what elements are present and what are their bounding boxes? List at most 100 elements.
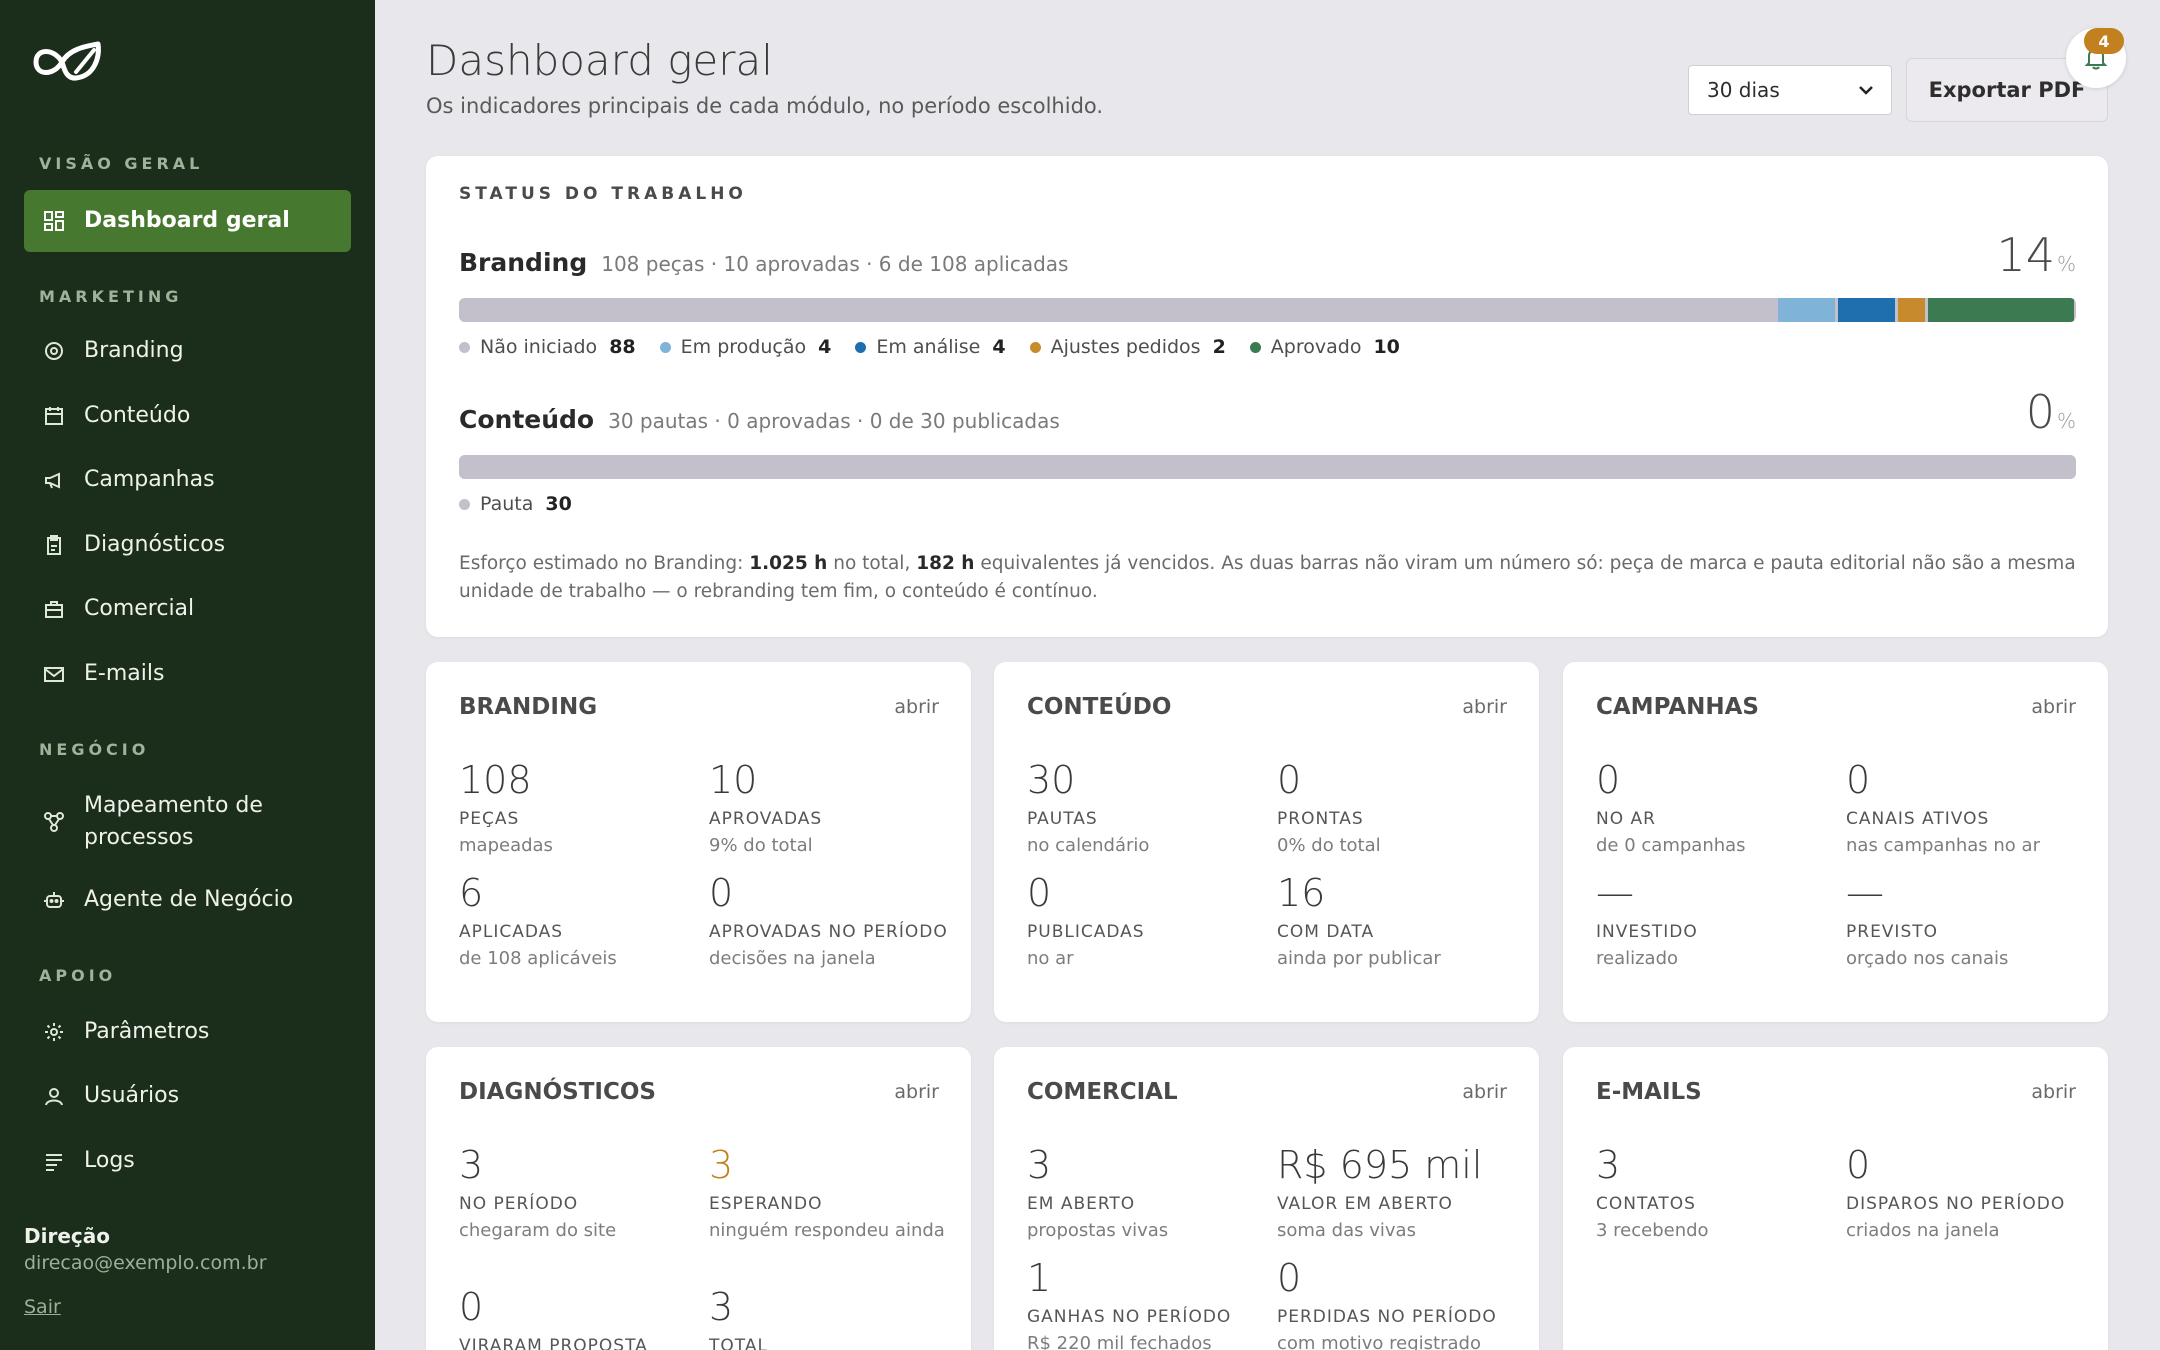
- metric: 3 NO PERÍODO chegaram do site: [459, 1143, 704, 1244]
- metric-value: 30: [1027, 758, 1076, 802]
- module-open-link[interactable]: abrir: [2031, 1081, 2076, 1103]
- metric-value: 3: [1027, 1143, 1052, 1187]
- metric-value: 108: [459, 758, 532, 802]
- metric: 108 PEÇAS mapeadas: [459, 758, 704, 859]
- module-open-link[interactable]: abrir: [894, 1081, 939, 1103]
- metric-caption: propostas vivas: [1027, 1220, 1169, 1241]
- branding-status-meta: 108 peças · 10 aprovadas · 6 de 108 apli…: [601, 252, 1069, 276]
- process-map-icon: [42, 810, 66, 834]
- metric-caption: ainda por publicar: [1277, 948, 1441, 969]
- metric-label: TOTAL: [709, 1336, 768, 1350]
- nav-section-apoio: APOIO: [39, 966, 117, 985]
- chevron-down-icon: [1859, 86, 1873, 95]
- module-card-e-mails: E-MAILS abrir 3 CONTATOS 3 recebendo 0 DISPARO…: [1563, 1047, 2108, 1350]
- sidebar-item-dashboard-geral[interactable]: Dashboard geral: [24, 190, 351, 252]
- metric: 3 TOTAL: [709, 1285, 954, 1350]
- metric-value: 0: [459, 1285, 484, 1329]
- metric-label: NO AR: [1596, 809, 1656, 829]
- metric-value: 6: [459, 871, 484, 915]
- sidebar-item-campanhas[interactable]: Campanhas: [24, 449, 351, 511]
- briefcase-icon: [42, 597, 66, 621]
- metric-label: APROVADAS: [709, 809, 823, 829]
- metric-label: PERDIDAS NO PERÍODO: [1277, 1307, 1497, 1327]
- metric: 3 ESPERANDO ninguém respondeu ainda: [709, 1143, 954, 1244]
- legend-count: 4: [818, 336, 832, 358]
- conteudo-status-label: Conteúdo: [459, 405, 595, 434]
- legend-item: Pauta 30: [459, 493, 572, 515]
- metric-caption: ninguém respondeu ainda: [709, 1220, 945, 1241]
- legend-label: Aprovado: [1270, 336, 1362, 358]
- metric-label: COM DATA: [1277, 922, 1375, 942]
- module-open-link[interactable]: abrir: [1462, 696, 1507, 718]
- sidebar-item-agente-de-negocio[interactable]: Agente de Negócio: [24, 869, 351, 931]
- metric: 16 COM DATA ainda por publicar: [1277, 871, 1522, 972]
- legend-label: Em análise: [876, 336, 981, 358]
- metric-value: —: [1846, 871, 1884, 915]
- sidebar-item-comercial[interactable]: Comercial: [24, 578, 351, 640]
- user-name: Direção: [24, 1224, 110, 1248]
- metric-label: CONTATOS: [1596, 1194, 1696, 1214]
- metric-label: PRONTAS: [1277, 809, 1364, 829]
- note-overdue-hours: 182 h: [916, 553, 975, 574]
- metric-label: APLICADAS: [459, 922, 564, 942]
- sidebar-item-logs[interactable]: Logs: [24, 1130, 351, 1192]
- module-open-link[interactable]: abrir: [1462, 1081, 1507, 1103]
- note-total-hours: 1.025 h: [749, 553, 828, 574]
- branding-status-label: Branding: [459, 248, 588, 277]
- module-card-comercial: COMERCIAL abrir 3 EM ABERTO propostas vivas R…: [994, 1047, 1539, 1350]
- legend-count: 4: [992, 336, 1006, 358]
- metric-caption: de 108 aplicáveis: [459, 948, 617, 969]
- module-open-link[interactable]: abrir: [2031, 696, 2076, 718]
- sidebar-item-conteudo[interactable]: Conteúdo: [24, 385, 351, 447]
- sidebar-item-mapeamento-de-processos[interactable]: Mapeamento de processos: [24, 787, 351, 857]
- megaphone-icon: [42, 468, 66, 492]
- metric-caption: nas campanhas no ar: [1846, 835, 2040, 856]
- sidebar-item-label: Logs: [84, 1148, 135, 1173]
- sidebar-item-branding[interactable]: Branding: [24, 320, 351, 382]
- progress-segment: [1837, 298, 1895, 322]
- sidebar-item-emails[interactable]: E-mails: [24, 643, 351, 705]
- metric-value: 3: [459, 1143, 484, 1187]
- metric-label: VIRARAM PROPOSTA: [459, 1336, 648, 1350]
- legend-count: 88: [609, 336, 636, 358]
- module-open-link[interactable]: abrir: [894, 696, 939, 718]
- module-card-conteudo: CONTEÚDO abrir 30 PAUTAS no calendário 0 PRONT…: [994, 662, 1539, 1022]
- progress-segment: [1897, 298, 1925, 322]
- metric-label: NO PERÍODO: [459, 1194, 579, 1214]
- metric-value: 0: [1277, 1256, 1302, 1300]
- calendar-icon: [42, 404, 66, 428]
- metric-value: 0: [1846, 1143, 1871, 1187]
- nav-section-negocio: NEGÓCIO: [39, 740, 150, 759]
- metric-caption: no calendário: [1027, 835, 1150, 856]
- nav-section-marketing: MARKETING: [39, 287, 183, 306]
- legend-count: 10: [1373, 336, 1400, 358]
- module-title: BRANDING: [459, 694, 598, 720]
- metric-caption: de 0 campanhas: [1596, 835, 1746, 856]
- metric-label: PUBLICADAS: [1027, 922, 1145, 942]
- sidebar-item-usuarios[interactable]: Usuários: [24, 1065, 351, 1127]
- sidebar-item-diagnosticos[interactable]: Diagnósticos: [24, 514, 351, 576]
- period-select[interactable]: 30 dias: [1688, 65, 1892, 115]
- metric-caption: mapeadas: [459, 835, 553, 856]
- module-title: CONTEÚDO: [1027, 694, 1172, 720]
- notification-count-badge: 4: [2084, 28, 2124, 54]
- sidebar-item-label: Campanhas: [84, 467, 215, 492]
- metric-caption: 9% do total: [709, 835, 813, 856]
- sidebar: VISÃO GERAL Dashboard geral MARKETING Br…: [0, 0, 375, 1350]
- logout-link[interactable]: Sair: [24, 1296, 61, 1318]
- metric-value: 1: [1027, 1256, 1052, 1300]
- legend-label: Não iniciado: [480, 336, 598, 358]
- module-title: E-MAILS: [1596, 1079, 1702, 1105]
- metric: 0 VIRARAM PROPOSTA: [459, 1285, 704, 1350]
- mail-icon: [42, 662, 66, 686]
- legend-item: Aprovado 10: [1249, 336, 1400, 358]
- metric: 3 EM ABERTO propostas vivas: [1027, 1143, 1272, 1244]
- sidebar-item-label: Usuários: [84, 1083, 180, 1108]
- metric: 1 GANHAS NO PERÍODO R$ 220 mil fechados: [1027, 1256, 1272, 1350]
- module-title: CAMPANHAS: [1596, 694, 1759, 720]
- legend-count: 30: [545, 493, 572, 515]
- conteudo-status-title: Conteúdo 30 pautas · 0 aprovadas · 0 de 3…: [459, 405, 1060, 434]
- legend-item: Em produção 4: [659, 336, 832, 358]
- sidebar-item-parametros[interactable]: Parâmetros: [24, 1001, 351, 1063]
- sidebar-item-label: Comercial: [84, 596, 195, 621]
